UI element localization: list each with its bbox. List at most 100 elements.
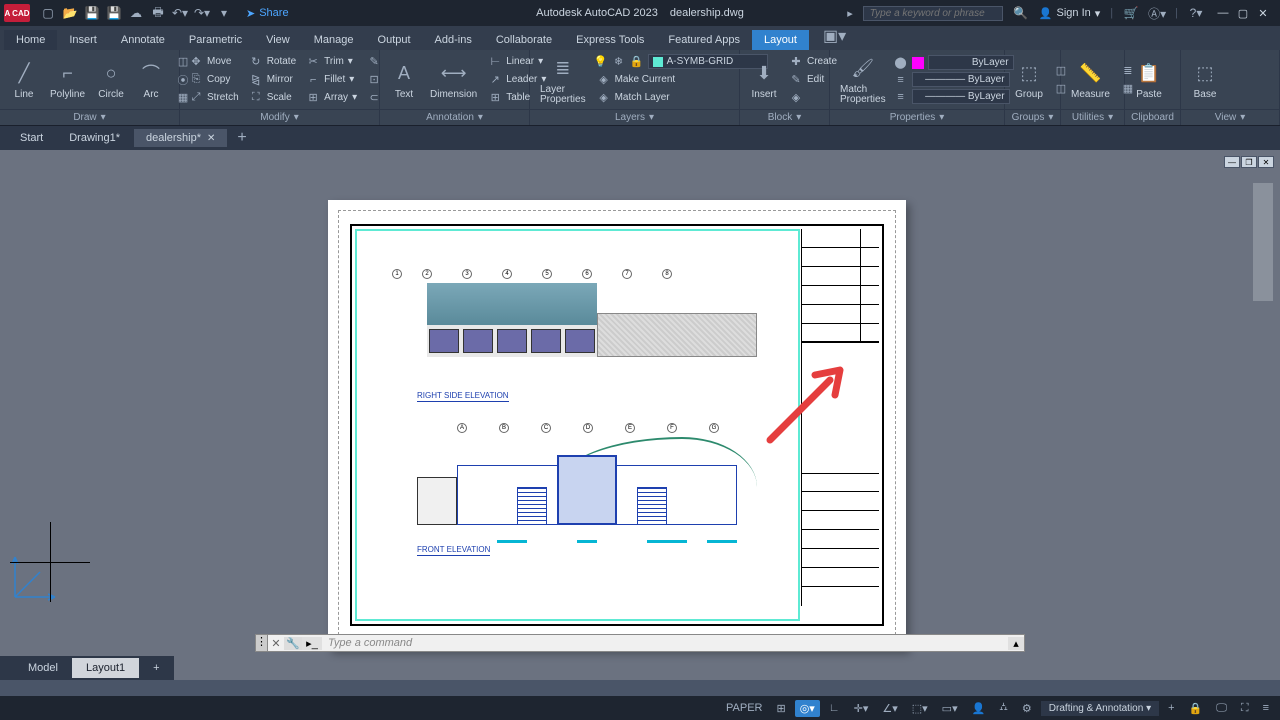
menu-featured-apps[interactable]: Featured Apps	[656, 30, 752, 50]
minimize-button[interactable]: —	[1214, 5, 1232, 21]
status-customize-icon[interactable]: ≡	[1258, 700, 1274, 716]
layer-properties-button[interactable]: ≣Layer Properties	[536, 53, 590, 107]
panel-groups-title[interactable]: Groups ▾	[1005, 109, 1060, 125]
search-icon[interactable]: 🔍	[1013, 5, 1029, 21]
trim-button[interactable]: ✂Trim ▾	[303, 54, 360, 70]
command-input[interactable]: Type a command	[322, 637, 1008, 649]
plot-icon[interactable]: 🖶	[150, 5, 166, 21]
move-button[interactable]: ✥Move	[186, 54, 242, 70]
array-button[interactable]: ⊞Array ▾	[303, 90, 360, 106]
dwg-restore[interactable]: ❐	[1241, 156, 1257, 168]
group-button[interactable]: ⬚Group	[1011, 57, 1047, 102]
circle-button[interactable]: ○Circle	[93, 57, 129, 102]
menu-output[interactable]: Output	[366, 30, 423, 50]
redo-icon[interactable]: ↷▾	[194, 5, 210, 21]
add-layout-button[interactable]: +	[139, 658, 173, 678]
measure-button[interactable]: 📏Measure	[1067, 57, 1114, 102]
panel-draw-title[interactable]: Draw ▾	[0, 109, 179, 125]
help-search-input[interactable]	[863, 6, 1003, 21]
insert-button[interactable]: ⬇Insert	[746, 57, 782, 102]
new-icon[interactable]: ▢	[40, 5, 56, 21]
match-properties-button[interactable]: 🖌Match Properties	[836, 53, 890, 107]
dimension-button[interactable]: ⟷Dimension	[426, 57, 481, 102]
tab-dealership[interactable]: dealership*✕	[134, 129, 227, 147]
menu-annotate[interactable]: Annotate	[109, 30, 177, 50]
maximize-button[interactable]: ▢	[1234, 5, 1252, 21]
base-button[interactable]: ⬚Base	[1187, 57, 1223, 102]
drawing-window[interactable]: — ❐ ✕ 12345678 RIGHT SIDE ELEVATION	[0, 150, 1280, 652]
autocomplete-icon[interactable]: ▸	[847, 7, 853, 20]
tab-start[interactable]: Start	[8, 129, 55, 147]
dwg-close[interactable]: ✕	[1258, 156, 1274, 168]
menu-insert[interactable]: Insert	[57, 30, 109, 50]
status-gear-icon[interactable]: ⚙	[1017, 700, 1037, 717]
menu-home[interactable]: Home	[4, 30, 57, 50]
command-history-icon[interactable]: ▴	[1008, 637, 1024, 650]
line-button[interactable]: ╱Line	[6, 57, 42, 102]
panel-layers-title[interactable]: Layers ▾	[530, 109, 739, 125]
layer-bulb-icon[interactable]: 💡	[594, 55, 608, 69]
workspace-dropdown[interactable]: Drafting & Annotation ▾	[1041, 701, 1159, 716]
menu-collaborate[interactable]: Collaborate	[484, 30, 564, 50]
menu-extra-icon[interactable]: ▣▾	[815, 22, 854, 50]
status-ortho-icon[interactable]: ∟	[824, 700, 845, 716]
status-add-icon[interactable]: +	[1163, 700, 1179, 716]
web-icon[interactable]: ☁	[128, 5, 144, 21]
panel-annotation-title[interactable]: Annotation ▾	[380, 109, 529, 125]
menu-express-tools[interactable]: Express Tools	[564, 30, 656, 50]
layer-lock-icon[interactable]: 🔒	[630, 55, 644, 69]
signin-button[interactable]: 👤 Sign In ▾	[1039, 7, 1100, 20]
status-lwt-icon[interactable]: ▭▾	[937, 700, 963, 717]
saveas-icon[interactable]: 💾	[106, 5, 122, 21]
status-annoscale-icon[interactable]: ⛼	[994, 699, 1013, 717]
command-close-icon[interactable]: ✕	[268, 637, 284, 650]
command-customize-icon[interactable]: 🔧	[284, 637, 302, 650]
color-dropdown[interactable]: ByLayer	[928, 55, 1014, 70]
dwg-minimize[interactable]: —	[1224, 156, 1240, 168]
tab-drawing1[interactable]: Drawing1*	[57, 129, 132, 147]
status-paper[interactable]: PAPER	[721, 700, 767, 716]
status-cleanscreen-icon[interactable]: ⛶	[1236, 700, 1254, 717]
tab-layout1[interactable]: Layout1	[72, 658, 139, 678]
paste-button[interactable]: 📋Paste	[1131, 57, 1167, 102]
linetype-icon[interactable]: ≡	[894, 90, 908, 104]
status-grid-icon[interactable]: ⊞	[771, 700, 790, 717]
mirror-button[interactable]: ⧎Mirror	[246, 72, 299, 88]
arc-button[interactable]: ⌒Arc	[133, 57, 169, 102]
close-icon[interactable]: ✕	[207, 133, 215, 144]
menu-addins[interactable]: Add-ins	[423, 30, 484, 50]
status-iso-icon[interactable]: ∠▾	[877, 700, 902, 717]
copy-button[interactable]: ⎘Copy	[186, 72, 242, 88]
status-scale-icon[interactable]: 👤	[967, 700, 991, 717]
autodesk-app-icon[interactable]: Ⓐ▾	[1149, 5, 1165, 21]
cart-icon[interactable]: 🛒	[1123, 5, 1139, 21]
viewport[interactable]: 12345678 RIGHT SIDE ELEVATION ABCDEFG	[355, 229, 800, 621]
panel-view-title[interactable]: View ▾	[1181, 109, 1279, 125]
stretch-button[interactable]: ⤢Stretch	[186, 90, 242, 106]
menu-parametric[interactable]: Parametric	[177, 30, 254, 50]
menu-layout[interactable]: Layout	[752, 30, 809, 50]
open-icon[interactable]: 📂	[62, 5, 78, 21]
status-monitor-icon[interactable]: 🖵	[1211, 700, 1232, 717]
close-button[interactable]: ✕	[1254, 5, 1272, 21]
menu-view[interactable]: View	[254, 30, 302, 50]
fillet-button[interactable]: ⌐Fillet ▾	[303, 72, 360, 88]
lineweight-icon[interactable]: ≡	[894, 73, 908, 87]
navigation-bar[interactable]	[1252, 182, 1274, 302]
share-button[interactable]: ➤ Share	[246, 7, 289, 20]
save-icon[interactable]: 💾	[84, 5, 100, 21]
undo-icon[interactable]: ↶▾	[172, 5, 188, 21]
menu-manage[interactable]: Manage	[302, 30, 366, 50]
status-lock-icon[interactable]: 🔒	[1184, 700, 1208, 717]
rotate-button[interactable]: ↻Rotate	[246, 54, 299, 70]
color-icon[interactable]: ⬤	[894, 56, 908, 70]
scale-button[interactable]: ⛶Scale	[246, 90, 299, 106]
layer-freeze-icon[interactable]: ❄	[612, 55, 626, 69]
panel-modify-title[interactable]: Modify ▾	[180, 109, 379, 125]
status-polar-icon[interactable]: ✛▾	[849, 700, 874, 717]
polyline-button[interactable]: ⌐Polyline	[46, 57, 89, 102]
panel-utilities-title[interactable]: Utilities ▾	[1061, 109, 1124, 125]
lineweight-dropdown[interactable]: ———— ByLayer	[912, 72, 1010, 87]
tab-model[interactable]: Model	[14, 658, 72, 678]
status-snap-icon[interactable]: ◎▾	[795, 700, 820, 717]
